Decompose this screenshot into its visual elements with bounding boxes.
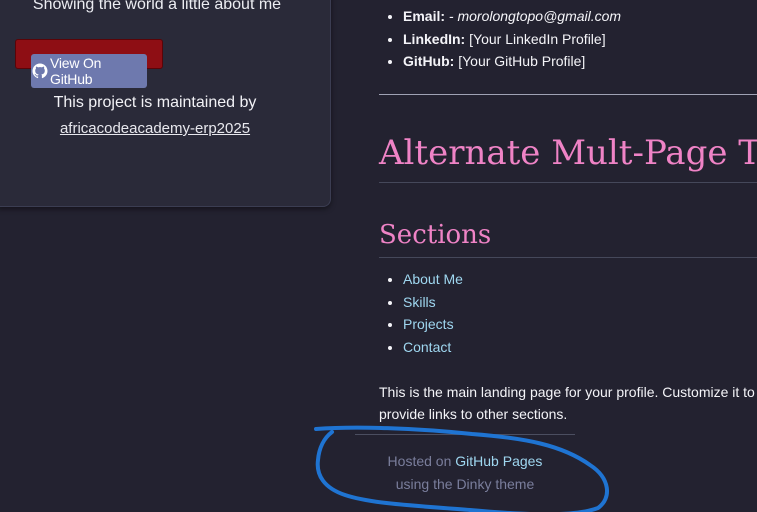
sidebar-tagline: Showing the world a little about me — [32, 0, 282, 13]
contact-github-key: GitHub: — [403, 53, 455, 69]
contact-email: Email: - morolongtopo@gmail.com — [403, 7, 621, 30]
sections-heading: Sections — [379, 220, 492, 250]
list-item: Skills — [403, 292, 463, 315]
view-on-github-button[interactable]: View On GitHub — [31, 54, 147, 88]
sections-underline — [379, 257, 757, 258]
footer-hosted: Hosted on GitHub Pages — [355, 453, 575, 469]
footer-hosted-prefix: Hosted on — [387, 453, 456, 469]
section-link-about-me[interactable]: About Me — [403, 271, 463, 287]
list-item: Projects — [403, 314, 463, 337]
github-pages-link[interactable]: GitHub Pages — [455, 453, 542, 469]
page: Showing the world a little about me View… — [0, 0, 757, 512]
contact-linkedin-value: [Your LinkedIn Profile] — [469, 30, 606, 47]
maintainer-link[interactable]: africacodeacademy-erp2025 — [0, 120, 313, 137]
section-link-skills[interactable]: Skills — [403, 294, 436, 310]
maintained-by-text: This project is maintained by — [53, 94, 257, 111]
contact-email-value: - morolongtopo@gmail.com — [448, 8, 622, 24]
contact-list: Email: - morolongtopo@gmail.com LinkedIn… — [379, 7, 621, 75]
list-item: Contact — [403, 337, 463, 360]
landing-line-2: provide links to other sections. — [379, 406, 568, 422]
footer-theme: using the Dinky theme — [395, 476, 535, 492]
section-link-projects[interactable]: Projects — [403, 316, 454, 332]
contact-linkedin: LinkedIn: [Your LinkedIn Profile] — [403, 30, 621, 53]
contact-github-value: [Your GitHub Profile] — [458, 53, 586, 69]
github-icon — [32, 63, 48, 79]
contact-github: GitHub: [Your GitHub Profile] — [403, 52, 621, 75]
page-title: Alternate Mult-Page T — [379, 133, 757, 173]
contact-email-key: Email: — [403, 8, 446, 24]
section-links-list: About Me Skills Projects Contact — [379, 269, 463, 359]
title-underline — [379, 182, 757, 183]
view-on-github-label: View On GitHub — [50, 55, 102, 87]
landing-paragraph: This is the main landing page for your p… — [379, 381, 757, 425]
footer-divider — [355, 434, 575, 435]
landing-line-1: This is the main landing page for your p… — [379, 384, 755, 400]
sidebar-card: Showing the world a little about me View… — [0, 0, 331, 207]
section-link-contact[interactable]: Contact — [403, 339, 451, 355]
horizontal-divider — [379, 94, 757, 95]
list-item: About Me — [403, 269, 463, 292]
contact-linkedin-key: LinkedIn: — [403, 30, 466, 47]
